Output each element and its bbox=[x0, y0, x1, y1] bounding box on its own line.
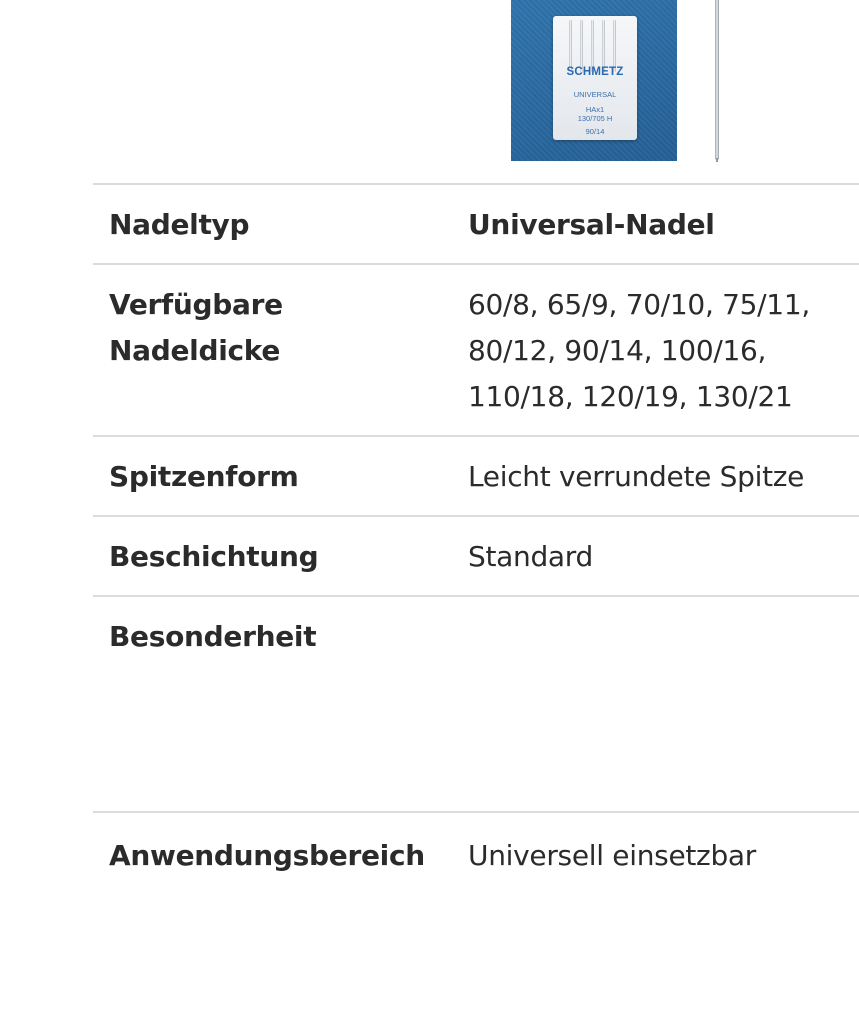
spec-label: Spitzenform bbox=[109, 460, 299, 493]
spec-value: Universell einsetzbar bbox=[468, 839, 756, 872]
needle-in-pack bbox=[580, 20, 583, 72]
spec-row-needle-sizes: Verfügbare Nadeldicke 60/8, 65/9, 70/10,… bbox=[93, 263, 859, 435]
product-image: SCHMETZ UNIVERSAL HAx1 130/705 H 90/14 bbox=[511, 0, 677, 161]
single-needle-image bbox=[715, 0, 719, 162]
pack-line-code: 130/705 H bbox=[577, 114, 613, 123]
spec-value: Standard bbox=[468, 540, 593, 573]
spec-value: Leicht verrundete Spitze bbox=[468, 460, 805, 493]
spec-row-feature: Besonderheit bbox=[93, 595, 859, 811]
needle-in-pack bbox=[591, 20, 594, 72]
needle-pack: SCHMETZ UNIVERSAL HAx1 130/705 H 90/14 bbox=[553, 16, 637, 140]
spec-value: Universal-Nadel bbox=[468, 208, 715, 241]
needle-in-pack bbox=[613, 20, 616, 72]
pack-brand-label: SCHMETZ bbox=[566, 66, 624, 78]
spec-row-application: Anwendungsbereich Universell einsetzbar bbox=[93, 811, 859, 901]
needle-in-pack bbox=[602, 20, 605, 72]
pack-line-system: HAx1 bbox=[585, 105, 605, 114]
spec-label: Anwendungsbereich bbox=[109, 839, 425, 872]
spec-row-point-shape: Spitzenform Leicht verrundete Spitze bbox=[93, 435, 859, 515]
spec-label: Besonderheit bbox=[109, 620, 317, 653]
spec-row-coating: Beschichtung Standard bbox=[93, 515, 859, 595]
pack-line-type: UNIVERSAL bbox=[573, 90, 617, 99]
spec-row-needle-type: Nadeltyp Universal-Nadel bbox=[93, 183, 859, 263]
spec-label: Nadeltyp bbox=[109, 208, 250, 241]
spec-table: Nadeltyp Universal-Nadel Verfügbare Nade… bbox=[93, 183, 859, 901]
spec-value: 60/8, 65/9, 70/10, 75/11, 80/12, 90/14, … bbox=[468, 288, 810, 413]
spec-label: Verfügbare Nadeldicke bbox=[109, 288, 283, 367]
pack-line-size: 90/14 bbox=[585, 127, 605, 136]
spec-label: Beschichtung bbox=[109, 540, 319, 573]
needle-in-pack bbox=[569, 20, 572, 72]
